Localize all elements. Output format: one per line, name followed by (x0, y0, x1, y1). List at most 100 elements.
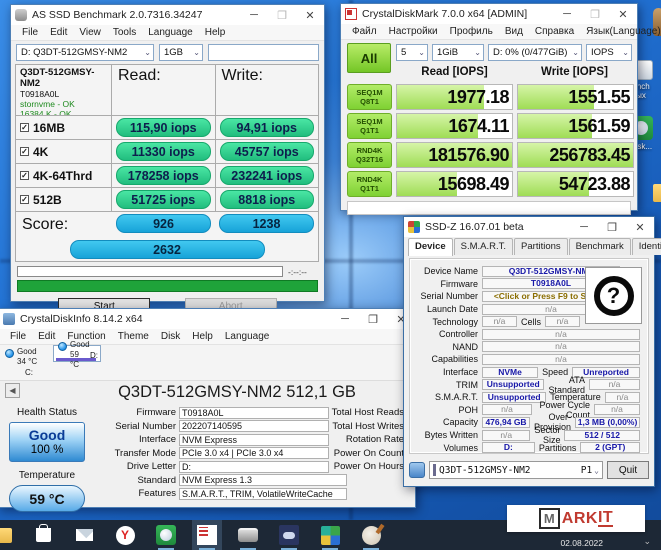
read-result-cell: 15698.49 (396, 171, 513, 197)
menu-item-language[interactable]: Language (142, 27, 199, 38)
menu-item-edit[interactable]: Edit (44, 27, 73, 38)
menu-item-theme[interactable]: Theme (112, 331, 155, 342)
target-drive-select[interactable]: D: 0% (0/477GiB) ⌄ (488, 44, 582, 61)
as-ssd-benchmark-window: AS SSD Benchmark 2.0.7316.34247 ─ ❐ ✕ Fi… (10, 4, 325, 302)
field-label: Features (95, 488, 179, 499)
benchmark-row: RND4K Q32T16 181576.90 256783.45 (347, 142, 637, 168)
settings-icon[interactable] (409, 462, 425, 478)
checkbox-checked-icon[interactable]: ✓ (20, 171, 29, 180)
store-icon (36, 528, 51, 542)
menu-item-settings[interactable]: Настройки (383, 26, 444, 37)
checkbox-checked-icon[interactable]: ✓ (20, 123, 29, 132)
test-type-button[interactable]: RND4K Q1T1 (347, 171, 392, 197)
minimize-icon[interactable]: ─ (331, 309, 359, 329)
write-header: Write [IOPS] (516, 66, 633, 81)
menu-item-view[interactable]: Вид (499, 26, 529, 37)
write-column-header: Write: (215, 64, 320, 116)
menu-item-file[interactable]: File (16, 27, 44, 38)
test-row-label: ✓ 4K (15, 139, 112, 164)
checkbox-checked-icon[interactable]: ✓ (20, 195, 29, 204)
features-value: S.M.A.R.T., TRIM, VolatileWriteCache (179, 488, 347, 500)
health-status-box[interactable]: Good 100 % (9, 422, 85, 462)
crystaldiskinfo-icon (156, 525, 176, 545)
temperature-box[interactable]: 59 °C (9, 485, 85, 512)
test-size-select[interactable]: 1GiB ⌄ (432, 44, 484, 61)
taskbar-yandex-browser[interactable]: Y (113, 523, 137, 547)
test-type-button[interactable]: RND4K Q32T16 (347, 142, 392, 168)
drive-tab-c[interactable]: Good 34 °C C: (5, 345, 53, 380)
explorer-icon (0, 528, 12, 543)
as-ssd-icon (238, 528, 258, 542)
maximize-icon[interactable]: ❐ (598, 217, 626, 237)
menu-item-profile[interactable]: Профиль (444, 26, 499, 37)
unit-select[interactable]: IOPS ⌄ (586, 44, 632, 61)
drive-select[interactable]: D: Q3DT-512GMSY-NM2 ⌄ (16, 44, 154, 61)
tab-device[interactable]: Device (408, 238, 453, 256)
run-count-select[interactable]: 5 ⌄ (396, 44, 428, 61)
partitions-value: 2 (GPT) (580, 442, 640, 453)
all-test-button[interactable]: All (347, 43, 391, 73)
minimize-icon[interactable]: ─ (240, 5, 268, 25)
test-type-button[interactable]: SEQ1M Q1T1 (347, 113, 392, 139)
tab-partitions[interactable]: Partitions (514, 238, 568, 255)
taskbar-paint[interactable] (359, 523, 383, 547)
tab-smart[interactable]: S.M.A.R.T. (454, 238, 513, 255)
menu-item-help[interactable]: Help (199, 27, 232, 38)
tab-benchmark[interactable]: Benchmark (569, 238, 631, 255)
checkbox-checked-icon[interactable]: ✓ (20, 147, 29, 156)
score-label: Score: (16, 212, 112, 238)
chevron-down-icon[interactable]: ⌄ (643, 536, 651, 547)
menu-item-file[interactable]: File (4, 331, 32, 342)
tab-identify[interactable]: Identify (632, 238, 661, 255)
quit-button[interactable]: Quit (607, 461, 649, 479)
taskbar-as-ssd[interactable] (236, 523, 260, 547)
write-result-cell: 1551.55 (517, 84, 634, 110)
desktop-icon-folder[interactable] (644, 184, 661, 204)
close-icon[interactable]: ✕ (626, 217, 654, 237)
chevron-down-icon: ⌄ (193, 48, 200, 57)
minimize-icon[interactable]: ─ (570, 217, 598, 237)
menu-item-tools[interactable]: Tools (107, 27, 142, 38)
close-icon[interactable]: ✕ (296, 5, 324, 25)
benchmark-row: SEQ1M Q1T1 1674.11 1561.59 (347, 113, 637, 139)
read-result: 115,90 iops (116, 118, 211, 137)
taskbar-store[interactable] (31, 523, 55, 547)
cdi-titlebar[interactable]: CrystalDiskInfo 8.14.2 x64 ─ ❐ ✕ (0, 309, 415, 329)
write-result-cell: 1561.59 (517, 113, 634, 139)
taskbar-crystaldiskmark[interactable] (195, 523, 219, 547)
field-label: Total Host Writes (329, 421, 407, 432)
drive-select[interactable]: Q3DT-512GMSY-NM2 P1 ⌄ (429, 461, 603, 479)
field-label: Drive Letter (95, 461, 179, 472)
taskbar-date[interactable]: 02.08.2022 (560, 538, 603, 548)
as-ssd-titlebar[interactable]: AS SSD Benchmark 2.0.7316.34247 ─ ❐ ✕ (11, 5, 324, 25)
previous-drive-button[interactable]: ◀ (5, 383, 20, 398)
ssdz-titlebar[interactable]: SSD-Z 16.07.01 beta ─ ❐ ✕ (404, 217, 654, 237)
paint-icon (362, 526, 381, 545)
maximize-icon[interactable]: ❐ (359, 309, 387, 329)
field-label: Power On Count (329, 448, 407, 459)
menu-item-language[interactable]: Language (219, 331, 276, 342)
taskbar-explorer[interactable] (0, 523, 14, 547)
close-icon[interactable]: ✕ (609, 4, 637, 24)
test-type-button[interactable]: SEQ1M Q8T1 (347, 84, 392, 110)
menu-item-file[interactable]: Файл (346, 26, 383, 37)
menu-item-view[interactable]: View (73, 27, 107, 38)
test-size-select[interactable]: 1GB ⌄ (159, 44, 203, 61)
taskbar-ssdz[interactable] (277, 523, 301, 547)
transfer-mode-value: PCIe 3.0 x4 | PCIe 3.0 x4 (179, 447, 329, 459)
total-score: 2632 (70, 240, 265, 259)
cdm-titlebar[interactable]: CrystalDiskMark 7.0.0 x64 [ADMIN] ─ ❐ ✕ (341, 4, 637, 24)
menu-item-disk[interactable]: Disk (155, 331, 186, 342)
menu-item-help[interactable]: Справка (529, 26, 580, 37)
taskbar-mail[interactable] (72, 523, 96, 547)
menu-item-help[interactable]: Help (186, 331, 219, 342)
menu-item-language[interactable]: Язык(Language) (580, 26, 661, 37)
minimize-icon[interactable]: ─ (553, 4, 581, 24)
drive-tab-d[interactable]: Good 59 °C D: (53, 345, 101, 362)
menu-item-edit[interactable]: Edit (32, 331, 61, 342)
maximize-icon[interactable]: ❐ (268, 5, 296, 25)
window-title: SSD-Z 16.07.01 beta (425, 221, 570, 233)
taskbar-tiles-app[interactable] (318, 523, 342, 547)
taskbar-crystaldiskinfo[interactable] (154, 523, 178, 547)
device-name: Q3DT-512GMSY-NM2 (20, 67, 107, 89)
